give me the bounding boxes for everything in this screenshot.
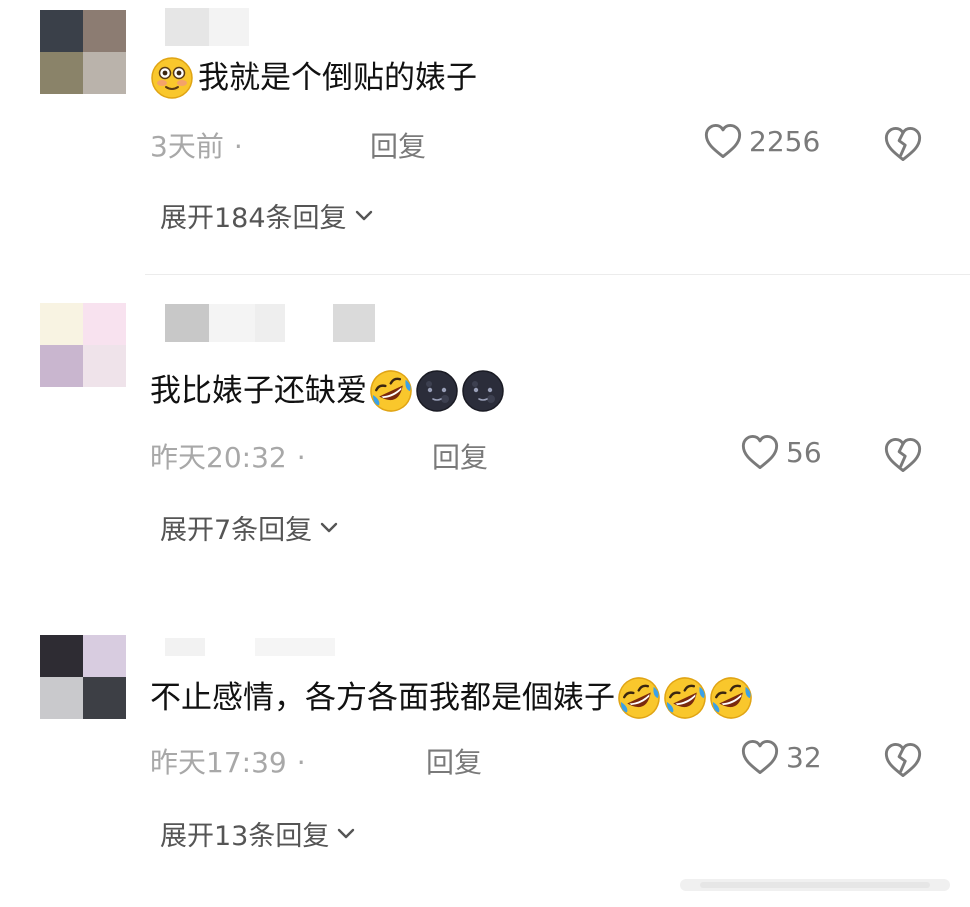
comment-item: 不止感情，各方各面我都是個婊子 昨天17:39 · 回复 32 展开13条回复 <box>0 620 970 907</box>
broken-heart-icon <box>884 438 922 472</box>
like-button[interactable]: 2256 <box>703 122 820 160</box>
rofl-emoji <box>663 676 707 720</box>
comment-item: 我就是个倒贴的婊子 3天前 · 回复 2256 展开184条回复 <box>0 0 970 270</box>
username-blurred[interactable] <box>165 628 345 666</box>
heart-outline-icon <box>741 435 779 469</box>
rofl-emoji <box>709 676 753 720</box>
avatar[interactable] <box>40 303 126 387</box>
comment-time: 昨天20:32 <box>150 441 287 474</box>
avatar[interactable] <box>40 10 126 94</box>
dislike-button[interactable] <box>883 436 923 478</box>
comment-time: 3天前 <box>150 130 224 163</box>
expand-replies-button[interactable]: 展开7条回复 <box>160 508 340 547</box>
avatar[interactable] <box>40 635 126 719</box>
expand-replies-label: 展开184条回复 <box>160 203 347 234</box>
dislike-button[interactable] <box>883 741 923 783</box>
chevron-down-icon <box>320 522 338 532</box>
watermark <box>680 879 950 891</box>
comment-text-row: 我比婊子还缺爱 <box>150 369 505 413</box>
like-count: 32 <box>786 740 822 774</box>
comment-text-row: 不止感情，各方各面我都是個婊子 <box>150 676 753 720</box>
comment-text: 不止感情，各方各面我都是個婊子 <box>150 680 615 716</box>
like-button[interactable]: 56 <box>740 433 822 471</box>
comment-text-row: 我就是个倒贴的婊子 <box>150 56 477 100</box>
separator-dot: · <box>296 441 306 474</box>
broken-heart-icon <box>884 743 922 777</box>
like-count: 2256 <box>749 124 821 158</box>
flushed-emoji <box>151 57 193 99</box>
heart-outline-icon <box>741 740 779 774</box>
rofl-emoji <box>617 676 661 720</box>
broken-heart-icon <box>884 126 922 162</box>
dislike-button[interactable] <box>883 125 923 167</box>
reply-button[interactable]: 回复 <box>370 125 426 165</box>
separator-dot: · <box>296 746 306 779</box>
expand-replies-button[interactable]: 展开184条回复 <box>160 196 375 235</box>
separator-dot: · <box>233 130 243 163</box>
like-button[interactable]: 32 <box>740 738 822 776</box>
expand-replies-button[interactable]: 展开13条回复 <box>160 814 357 853</box>
comment-text: 我就是个倒贴的婊子 <box>198 60 477 96</box>
username-blurred[interactable] <box>165 8 255 46</box>
expand-replies-label: 展开13条回复 <box>160 821 330 852</box>
rofl-emoji <box>369 369 413 413</box>
expand-replies-label: 展开7条回复 <box>160 515 313 546</box>
comment-time: 昨天17:39 <box>150 746 287 779</box>
comment-meta: 昨天20:32 · <box>150 436 306 476</box>
chevron-down-icon <box>338 828 355 838</box>
comment-item: 我比婊子还缺爱 昨天20:32 · 回复 56 展开7条回复 <box>0 290 970 580</box>
comment-text: 我比婊子还缺爱 <box>150 373 367 409</box>
reply-button[interactable]: 回复 <box>426 741 482 781</box>
chevron-down-icon <box>355 210 372 220</box>
comment-meta: 3天前 · <box>150 125 243 165</box>
like-count: 56 <box>786 435 822 469</box>
username-blurred[interactable] <box>165 304 375 342</box>
divider <box>145 274 970 275</box>
heart-outline-icon <box>704 123 742 159</box>
dark-moon-face-emoji <box>416 370 458 412</box>
comment-meta: 昨天17:39 · <box>150 741 306 781</box>
reply-button[interactable]: 回复 <box>432 436 488 476</box>
dark-moon-face-emoji <box>462 370 504 412</box>
